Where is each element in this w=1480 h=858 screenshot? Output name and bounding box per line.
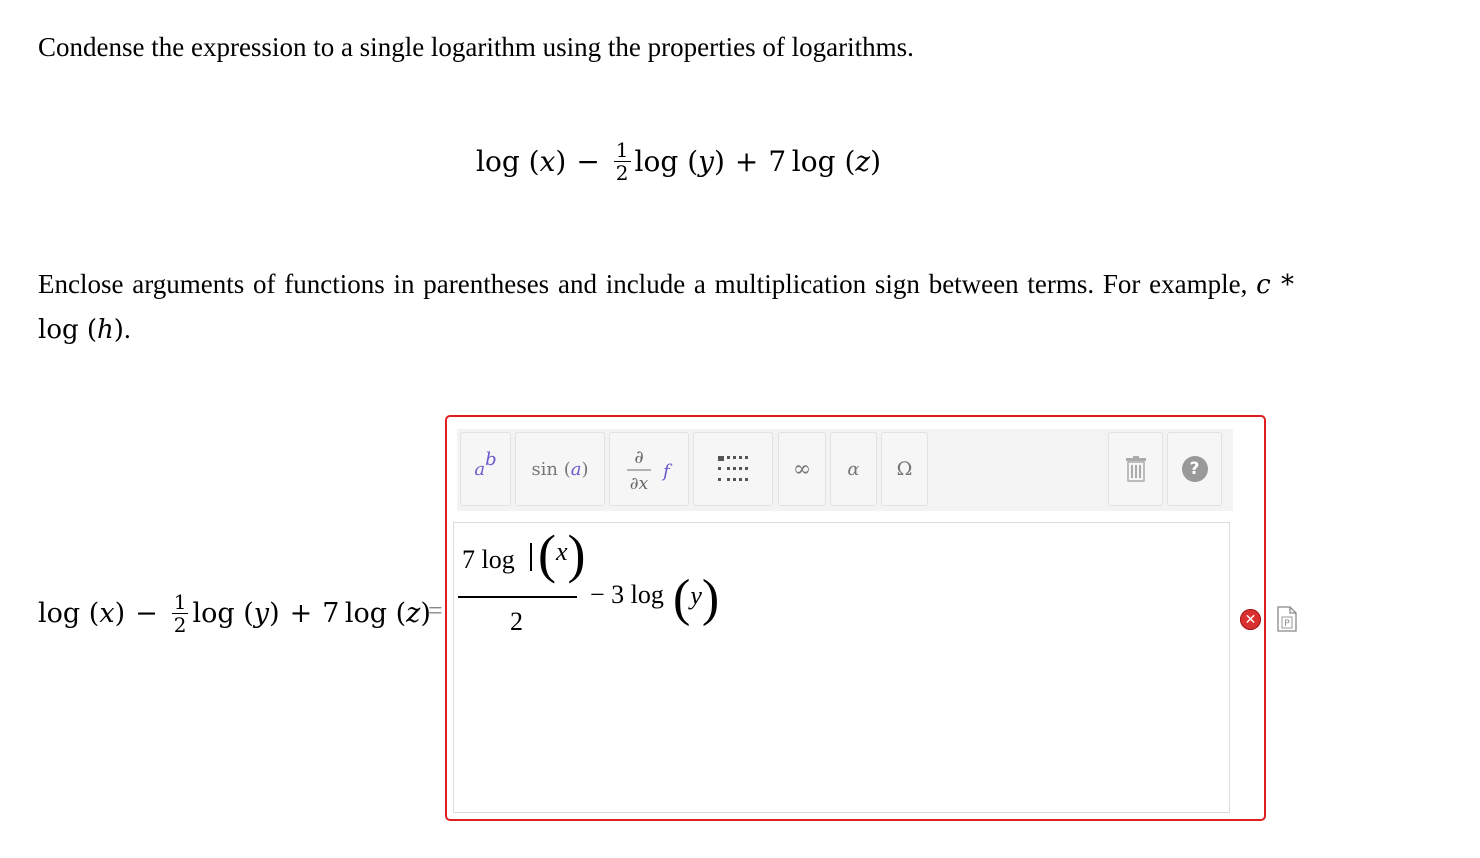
log-z-term: 7 log (z) (768, 145, 882, 178)
input-log-arg-x: (x) (538, 524, 586, 584)
derivative-button[interactable]: ∂ ∂x f (609, 432, 689, 506)
input-log-arg-y: (y) (673, 570, 720, 627)
log-x-term: log (x) (476, 145, 567, 178)
svg-text:∂x: ∂x (630, 474, 649, 494)
input-frac-numerator: 7 log (462, 545, 515, 574)
power-button[interactable]: ab (460, 432, 511, 506)
equals-sign: = (428, 596, 443, 625)
clear-button[interactable] (1108, 432, 1163, 506)
log-y-term: log (y) (634, 145, 725, 178)
math-input-field[interactable]: 7 log (x) 2 − 3 log (y) (453, 522, 1230, 813)
input-frac-denominator: 2 (510, 607, 523, 636)
cursor-box-left (530, 543, 532, 571)
help-button[interactable]: ? (1167, 432, 1222, 506)
infinity-button[interactable]: ∞ (778, 432, 826, 506)
matrix-icon (718, 456, 748, 481)
given-expression: log (x) − 12 log (y) + 7 log (z) (476, 140, 881, 183)
partial-derivative-icon: ∂ ∂x f (627, 447, 673, 494)
instructions: Enclose arguments of functions in parent… (38, 269, 1294, 345)
minus-operator: − (576, 145, 600, 178)
plus-operator: + (734, 145, 759, 178)
question-icon: ? (1181, 456, 1208, 482)
answer-lhs-expression: log (x) − 12 log (y) + 7 log (z) (38, 590, 431, 637)
input-frac-bar (458, 596, 577, 598)
input-second-term: − 3 log (590, 580, 664, 609)
greek-lowercase-button[interactable]: α (830, 432, 877, 506)
error-icon: ✕ (1240, 609, 1261, 630)
svg-text:∂: ∂ (634, 447, 643, 468)
half-fraction: 12 (613, 138, 631, 185)
greek-uppercase-button[interactable]: Ω (881, 432, 928, 506)
trig-functions-button[interactable]: sin (a) (515, 432, 605, 506)
math-answer-editor[interactable]: ab sin (a) ∂ ∂x f ∞ α Ω ? 7 log (x) 2 − … (445, 415, 1266, 821)
question-prompt: Condense the expression to a single loga… (38, 32, 914, 62)
instructions-text: Enclose arguments of functions in parent… (38, 269, 1248, 299)
math-toolbar: ab sin (a) ∂ ∂x f ∞ α Ω ? (457, 429, 1233, 511)
trash-icon (1125, 456, 1146, 482)
svg-text:P: P (1284, 619, 1290, 629)
matrix-button[interactable] (693, 432, 773, 506)
preview-document-icon[interactable]: P (1277, 606, 1297, 637)
svg-text:f: f (661, 461, 673, 482)
